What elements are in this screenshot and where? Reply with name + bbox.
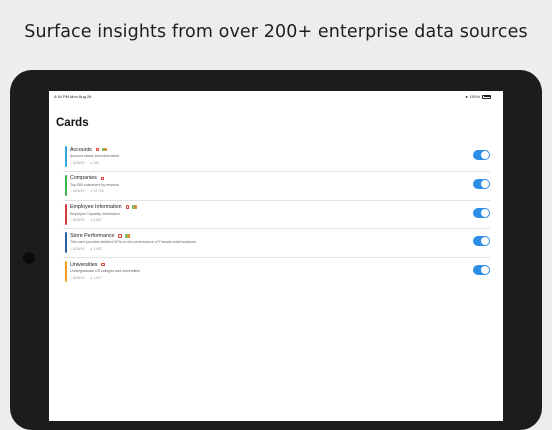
card-enabled-toggle[interactable] — [473, 150, 490, 160]
card-title-line: Companies — [70, 175, 105, 182]
toggle-knob — [481, 266, 489, 275]
card-description: Top 500 customers by revenue — [70, 182, 120, 187]
battery-percent: 100% — [469, 94, 480, 99]
card-description: Account status and information — [70, 154, 120, 158]
card-date: 6/26/19 — [73, 275, 85, 280]
card-title-line: Employee Information — [70, 204, 137, 210]
toggle-knob — [481, 151, 489, 159]
calendar-icon: ○ — [70, 275, 73, 280]
card-description: Undergraduate US colleges and universiti… — [70, 269, 141, 274]
source-icon — [131, 205, 137, 209]
card-row[interactable]: Universities Undergraduate US colleges a… — [63, 257, 490, 286]
status-bar: 4:16 PM Mon Aug 26 ● 100% — [49, 91, 503, 102]
card-count-group: ●1,817 — [90, 276, 102, 280]
card-meta: ○6/26/19 ●784 — [70, 161, 99, 165]
card-title: Employee Information — [70, 204, 122, 211]
lock-icon — [125, 205, 129, 209]
app-screen: 4:16 PM Mon Aug 26 ● 100% Cards Accounts… — [49, 91, 503, 421]
card-title-line: Store Performance — [70, 233, 130, 239]
card-accent-bar — [65, 174, 67, 196]
card-enabled-toggle[interactable] — [473, 265, 490, 276]
status-right: ● 100% — [465, 94, 491, 99]
wifi-icon: ● — [465, 94, 468, 99]
lock-icon — [95, 147, 100, 152]
card-accent-bar — [65, 146, 67, 167]
card-title-line: Accounts — [70, 146, 108, 153]
card-date: 6/26/19 — [73, 246, 85, 251]
source-icon — [102, 147, 108, 152]
toggle-knob — [481, 237, 489, 246]
card-count: 2,847 — [93, 218, 102, 223]
card-date-group: ○6/26/19 — [70, 218, 84, 222]
card-count-group: ●12,700 — [90, 189, 103, 193]
card-title-line: Universities — [70, 262, 105, 268]
card-count: 12,700 — [93, 189, 104, 194]
calendar-icon: ○ — [70, 189, 73, 194]
toggle-knob — [481, 208, 489, 217]
battery-icon — [482, 94, 491, 99]
card-description: This card provides detailed KPIs on the … — [70, 240, 197, 245]
card-count: 1,817 — [93, 275, 102, 280]
camera-dot — [23, 252, 35, 264]
card-meta: ○6/26/19 ●1,592 — [70, 247, 102, 251]
card-title: Store Performance — [70, 232, 115, 239]
card-count-group: ●1,592 — [90, 247, 102, 251]
card-row[interactable]: Store Performance This card provides det… — [63, 228, 490, 257]
card-accent-bar — [65, 261, 67, 283]
card-date-group: ○6/26/19 — [70, 161, 84, 165]
lock-icon — [100, 176, 105, 180]
card-count-group: ●2,847 — [90, 218, 102, 222]
card-date-group: ○6/26/19 — [70, 189, 84, 193]
calendar-icon: ○ — [70, 160, 73, 165]
card-count: 1,592 — [93, 246, 102, 251]
card-meta: ○6/26/19 ●2,847 — [70, 218, 102, 222]
card-date: 6/26/19 — [73, 218, 85, 223]
lock-icon — [118, 234, 122, 238]
card-date: 6/26/19 — [73, 160, 85, 165]
card-enabled-toggle[interactable] — [473, 178, 490, 189]
card-row[interactable]: Accounts Account status and information … — [63, 143, 490, 171]
page-title: Cards — [56, 117, 89, 129]
card-date-group: ○6/26/19 — [70, 276, 84, 280]
card-meta: ○6/26/19 ●1,817 — [70, 276, 102, 280]
source-icon — [124, 234, 130, 238]
marketing-headline: Surface insights from over 200+ enterpri… — [24, 22, 528, 42]
card-title: Companies — [70, 175, 97, 182]
calendar-icon: ○ — [70, 246, 73, 251]
card-row[interactable]: Companies Top 500 customers by revenue ○… — [63, 170, 490, 200]
card-description: Employee Capacity Information — [70, 211, 120, 216]
card-enabled-toggle[interactable] — [473, 236, 490, 247]
card-row[interactable]: Employee Information Employee Capacity I… — [63, 199, 490, 229]
card-date-group: ○6/26/19 — [70, 247, 84, 251]
card-count-group: ●784 — [90, 161, 99, 165]
card-count: 784 — [93, 160, 100, 165]
card-meta: ○6/26/19 ●12,700 — [70, 189, 104, 193]
lock-icon — [101, 262, 105, 267]
toggle-knob — [481, 179, 489, 188]
calendar-icon: ○ — [70, 218, 73, 223]
card-accent-bar — [65, 203, 67, 225]
card-title: Universities — [70, 261, 98, 268]
card-date: 6/26/19 — [73, 189, 85, 194]
card-accent-bar — [65, 232, 67, 254]
card-title: Accounts — [70, 146, 92, 153]
status-time: 4:16 PM Mon Aug 26 — [54, 94, 92, 99]
card-list: Accounts Account status and information … — [63, 143, 490, 286]
card-enabled-toggle[interactable] — [473, 207, 490, 218]
